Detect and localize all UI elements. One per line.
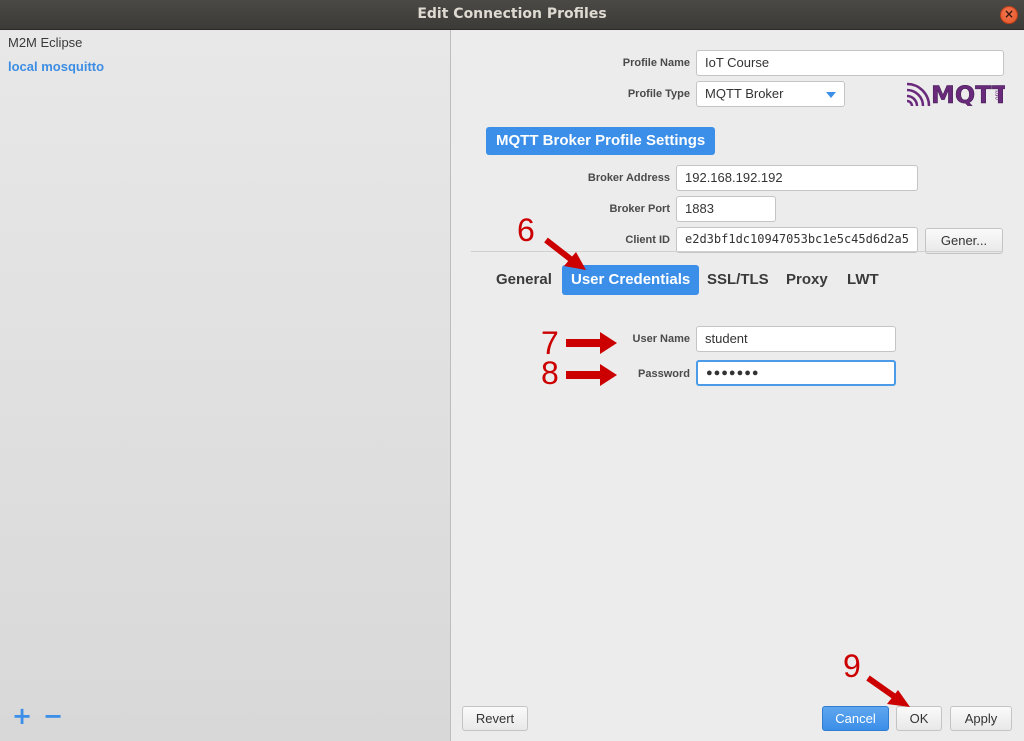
username-input[interactable]: student — [696, 326, 896, 352]
profile-type-value: MQTT Broker — [705, 86, 784, 101]
broker-address-label: Broker Address — [587, 172, 670, 184]
svg-text:.org: .org — [994, 90, 1001, 102]
profile-name-input[interactable]: IoT Course — [696, 50, 1004, 76]
title-bar: Edit Connection Profiles × — [0, 0, 1024, 30]
password-input[interactable]: ●●●●●●● — [696, 360, 896, 386]
annotation-number-9: 9 — [843, 648, 861, 684]
profile-item-m2m-eclipse[interactable]: M2M Eclipse — [8, 35, 82, 50]
profile-list-panel: M2M Eclipse local mosquitto + − — [0, 30, 451, 741]
close-button[interactable]: × — [1000, 6, 1018, 24]
tab-proxy[interactable]: Proxy — [777, 265, 837, 295]
tab-general[interactable]: General — [487, 265, 561, 295]
profile-item-local-mosquitto[interactable]: local mosquitto — [8, 59, 104, 74]
revert-button[interactable]: Revert — [462, 706, 528, 731]
close-icon: × — [1003, 7, 1015, 21]
tab-user-credentials[interactable]: User Credentials — [562, 265, 700, 295]
client-id-label: Client ID — [625, 234, 670, 246]
broker-port-label: Broker Port — [609, 203, 670, 215]
edit-connection-profiles-window: Edit Connection Profiles × M2M Eclipse l… — [0, 0, 1024, 741]
divider — [471, 251, 1003, 252]
broker-address-input[interactable]: 192.168.192.192 — [676, 165, 918, 191]
cancel-button[interactable]: Cancel — [822, 706, 889, 731]
annotation-number-6: 6 — [517, 212, 535, 248]
profile-type-select[interactable]: MQTT Broker — [696, 81, 845, 107]
client-id-input[interactable]: e2d3bf1dc10947053bc1e5c45d6d2a5 — [676, 227, 918, 253]
mqtt-logo: MQTT .org — [906, 81, 1005, 106]
profile-type-label: Profile Type — [627, 88, 690, 100]
ok-button[interactable]: OK — [896, 706, 942, 731]
broker-settings-section-button[interactable]: MQTT Broker Profile Settings — [486, 127, 716, 155]
username-label: User Name — [632, 333, 690, 345]
tab-lwt[interactable]: LWT — [838, 265, 888, 295]
annotation-number-8: 8 — [541, 355, 559, 391]
password-label: Password — [638, 368, 690, 380]
tab-ssl-tls[interactable]: SSL/TLS — [698, 265, 778, 295]
profile-settings-panel: Profile Name IoT Course Profile Type MQT… — [452, 30, 1024, 741]
broker-port-input[interactable]: 1883 — [676, 196, 776, 222]
profile-name-label: Profile Name — [622, 57, 690, 69]
apply-button[interactable]: Apply — [950, 706, 1012, 731]
window-title: Edit Connection Profiles — [417, 6, 607, 22]
add-profile-button[interactable]: + — [11, 704, 33, 728]
chevron-down-icon — [826, 92, 836, 98]
remove-profile-button[interactable]: − — [42, 704, 64, 728]
